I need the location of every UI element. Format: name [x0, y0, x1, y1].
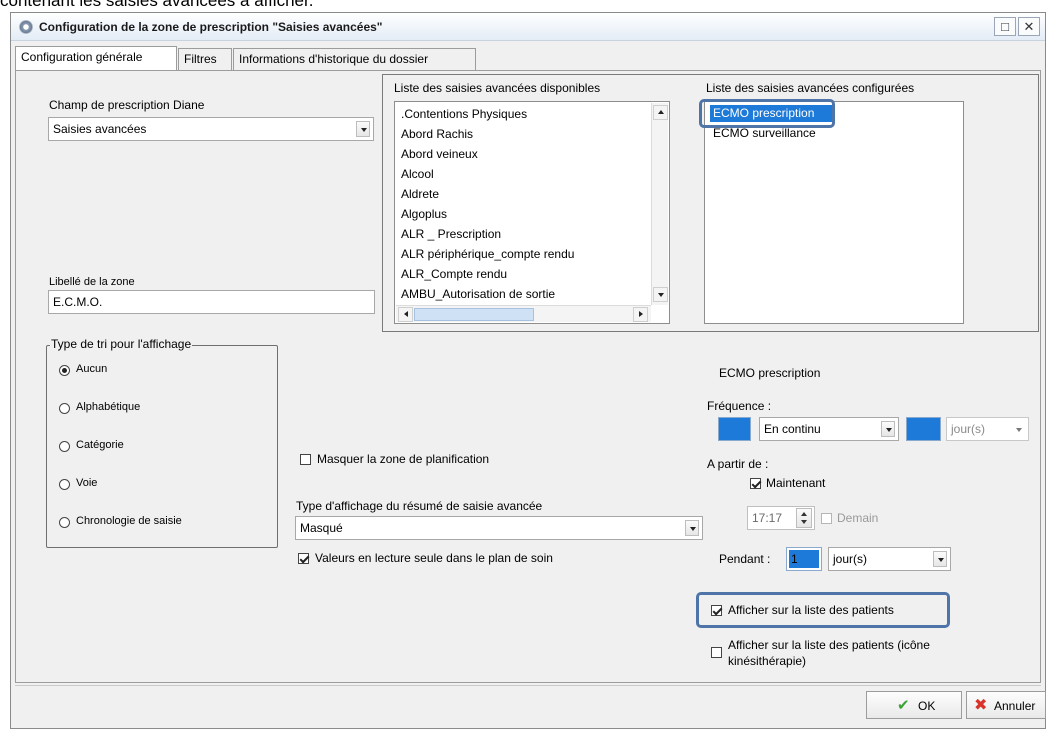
libelle-input[interactable]: E.C.M.O. [48, 290, 375, 314]
list-item[interactable]: ALR périphérique_compte rendu [401, 247, 574, 261]
afficher-checkbox[interactable] [711, 605, 722, 616]
time-input[interactable]: 17:17 [747, 506, 815, 530]
afficher-kine-label: Afficher sur la liste des patients (icôn… [728, 638, 930, 668]
tab-configuration-generale[interactable]: Configuration générale [15, 46, 177, 71]
list-item[interactable]: AMBU_Autorisation de sortie [401, 287, 555, 301]
scroll-thumb[interactable] [414, 308, 534, 321]
radio-voie-label: Voie [76, 477, 98, 489]
list-item[interactable]: Aldrete [401, 187, 439, 201]
type-affichage-value: Masqué [300, 521, 343, 535]
window-title: Configuration de la zone de prescription… [39, 20, 383, 34]
time-spinner[interactable] [796, 508, 812, 528]
available-list[interactable]: .Contentions Physiques Abord Rachis Abor… [394, 101, 670, 324]
list-item[interactable]: Alcool [401, 167, 434, 181]
dialog-window: Configuration de la zone de prescription… [10, 12, 1046, 729]
scroll-right-icon[interactable] [633, 307, 648, 322]
close-button[interactable]: ✕ [1018, 17, 1040, 36]
ok-button[interactable]: ✔ OK [866, 691, 962, 719]
lecture-seule-checkbox[interactable] [298, 553, 309, 564]
chevron-down-icon[interactable] [356, 121, 370, 137]
radio-aucun-label: Aucun [76, 363, 108, 375]
type-affichage-combo[interactable]: Masqué [295, 516, 703, 540]
champ-prescription-value: Saisies avancées [53, 122, 147, 136]
chevron-down-icon[interactable] [1016, 428, 1022, 432]
masquer-label: Masquer la zone de planification [317, 452, 490, 466]
radio-chronologie-label: Chronologie de saisie [76, 515, 182, 527]
lecture-seule-label: Valeurs en lecture seule dans le plan de… [315, 551, 553, 565]
frequence-count-input[interactable] [718, 417, 751, 441]
page-caption-fragment: contenant les saisies avancées à affiche… [0, 0, 314, 10]
champ-prescription-combo[interactable]: Saisies avancées [48, 117, 374, 141]
list-item-selected[interactable]: ECMO prescription [713, 106, 814, 120]
radio-aucun[interactable] [59, 365, 70, 376]
frequence-value: En continu [764, 422, 821, 436]
type-affichage-label: Type d'affichage du résumé de saisie ava… [296, 499, 543, 513]
list-item[interactable]: Abord veineux [401, 147, 478, 161]
pendant-value: 1 [791, 552, 798, 566]
radio-alphabetique-label: Alphabétique [76, 401, 141, 413]
tab-historique[interactable]: Informations d'historique du dossier [233, 48, 476, 70]
radio-chronologie[interactable] [59, 517, 70, 528]
list-item[interactable]: ALR _ Prescription [401, 227, 501, 241]
list-item[interactable]: ALR_Compte rendu [401, 267, 507, 281]
maintenant-checkbox[interactable] [750, 478, 761, 489]
scroll-up-icon[interactable] [653, 105, 668, 120]
list-item[interactable]: Abord Rachis [401, 127, 473, 141]
vertical-scrollbar[interactable] [651, 103, 668, 305]
radio-categorie[interactable] [59, 441, 70, 452]
frequence-unit-value: jour(s) [951, 422, 986, 436]
tab-filtres[interactable]: Filtres [178, 48, 232, 70]
list-item[interactable]: Algoplus [401, 207, 447, 221]
footer-separator [15, 685, 1041, 686]
app-icon [19, 20, 33, 34]
afficher-kine-checkbox[interactable] [711, 647, 722, 658]
maintenant-label: Maintenant [766, 476, 826, 490]
pendant-label: Pendant : [719, 552, 771, 566]
radio-voie[interactable] [59, 479, 70, 490]
list-item[interactable]: ECMO surveillance [713, 126, 816, 140]
configured-list[interactable]: ECMO prescription ECMO surveillance [699, 99, 964, 324]
chevron-down-icon[interactable] [685, 520, 699, 536]
horizontal-scrollbar[interactable] [396, 305, 651, 322]
frequence-label: Fréquence : [707, 399, 772, 413]
available-list-title: Liste des saisies avancées disponibles [394, 81, 601, 95]
libelle-value: E.C.M.O. [53, 295, 103, 309]
masquer-checkbox[interactable] [300, 454, 311, 465]
maximize-button[interactable]: □ [994, 17, 1016, 36]
tab-panel: Champ de prescription Diane Saisies avan… [15, 70, 1041, 683]
scroll-left-icon[interactable] [398, 307, 413, 322]
frequence-unit-combo[interactable]: jour(s) [946, 417, 1029, 441]
frequence-unit-count-input[interactable] [906, 417, 941, 441]
demain-label: Demain [837, 511, 879, 525]
radio-alphabetique[interactable] [59, 403, 70, 414]
pendant-unit-combo[interactable]: jour(s) [828, 547, 951, 571]
list-item[interactable]: .Contentions Physiques [401, 107, 527, 121]
configured-list-title: Liste des saisies avancées configurées [706, 81, 915, 95]
libelle-label: Libellé de la zone [49, 276, 135, 288]
scroll-down-icon[interactable] [653, 287, 668, 302]
detail-title: ECMO prescription [719, 366, 821, 380]
chevron-down-icon[interactable] [881, 421, 895, 437]
champ-prescription-label: Champ de prescription Diane [49, 98, 205, 112]
afficher-label: Afficher sur la liste des patients [728, 603, 894, 617]
time-value: 17:17 [752, 511, 783, 525]
frequence-combo[interactable]: En continu [759, 417, 899, 441]
cancel-label: Annuler [994, 699, 1036, 713]
ok-label: OK [918, 699, 936, 713]
check-icon: ✔ [897, 697, 910, 714]
a-partir-label: A partir de : [707, 457, 769, 471]
pendant-input[interactable]: 1 [786, 547, 822, 571]
demain-checkbox[interactable] [821, 513, 832, 524]
close-icon: ✖ [974, 697, 988, 714]
radio-categorie-label: Catégorie [76, 439, 124, 451]
tri-group-title: Type de tri pour l'affichage [50, 337, 193, 351]
pendant-unit-value: jour(s) [833, 552, 868, 566]
title-bar: Configuration de la zone de prescription… [11, 13, 1045, 41]
chevron-down-icon[interactable] [933, 551, 947, 567]
cancel-button[interactable]: ✖ Annuler [966, 691, 1046, 719]
